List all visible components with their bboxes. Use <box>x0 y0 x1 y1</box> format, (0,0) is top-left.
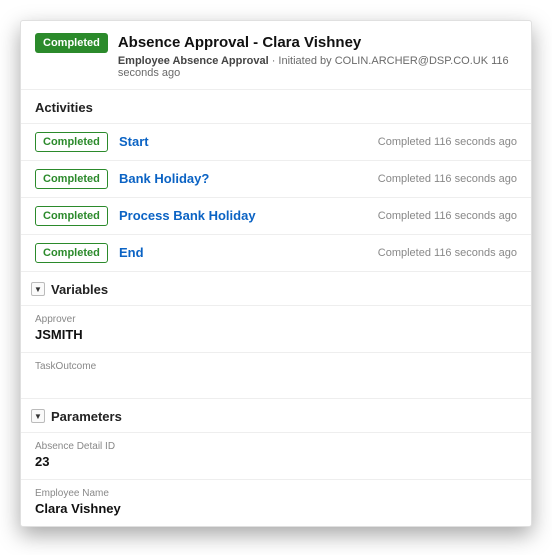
initiator-email: COLIN.ARCHER@DSP.CO.UK <box>335 55 488 67</box>
activity-row: Completed Start Completed 116 seconds ag… <box>21 123 531 160</box>
parameter-row: Absence Detail ID 23 <box>21 432 531 479</box>
header-badge-col: Completed <box>35 33 108 53</box>
workflow-title: Absence Approval - Clara Vishney <box>118 33 517 53</box>
variable-label: TaskOutcome <box>35 361 517 372</box>
variable-row: TaskOutcome <box>21 352 531 398</box>
activity-name-link[interactable]: Bank Holiday? <box>119 171 364 186</box>
activity-row: Completed Process Bank Holiday Completed… <box>21 197 531 234</box>
activity-badge-col: Completed <box>35 243 105 263</box>
parameter-label: Absence Detail ID <box>35 441 517 452</box>
activity-time: Completed 116 seconds ago <box>378 247 517 259</box>
activities-header: Activities <box>21 89 531 123</box>
activity-badge-col: Completed <box>35 132 105 152</box>
variable-row: Approver JSMITH <box>21 305 531 352</box>
parameters-title: Parameters <box>51 409 122 424</box>
workflow-type: Employee Absence Approval <box>118 55 269 67</box>
activity-status-badge: Completed <box>35 206 108 226</box>
parameters-section-header[interactable]: ▼ Parameters <box>21 398 531 432</box>
activity-time: Completed 116 seconds ago <box>378 173 517 185</box>
activity-name-link[interactable]: End <box>119 245 364 260</box>
activity-row: Completed End Completed 116 seconds ago <box>21 234 531 271</box>
variables-title: Variables <box>51 282 108 297</box>
header-text-col: Absence Approval - Clara Vishney Employe… <box>118 33 517 79</box>
caret-down-icon[interactable]: ▼ <box>31 282 45 296</box>
activity-name-link[interactable]: Process Bank Holiday <box>119 208 364 223</box>
variable-label: Approver <box>35 314 517 325</box>
status-badge: Completed <box>35 33 108 53</box>
workflow-subtitle: Employee Absence Approval · Initiated by… <box>118 55 517 79</box>
activity-time: Completed 116 seconds ago <box>378 136 517 148</box>
activity-row: Completed Bank Holiday? Completed 116 se… <box>21 160 531 197</box>
activity-time: Completed 116 seconds ago <box>378 210 517 222</box>
variable-value: JSMITH <box>35 327 517 342</box>
activity-badge-col: Completed <box>35 206 105 226</box>
activity-status-badge: Completed <box>35 132 108 152</box>
parameter-value: Clara Vishney <box>35 501 517 516</box>
workflow-header: Completed Absence Approval - Clara Vishn… <box>21 21 531 89</box>
workflow-card: Completed Absence Approval - Clara Vishn… <box>20 20 532 527</box>
variables-section-header[interactable]: ▼ Variables <box>21 271 531 305</box>
subtitle-sep: · Initiated by <box>269 55 335 67</box>
activity-badge-col: Completed <box>35 169 105 189</box>
parameter-row: Employee Name Clara Vishney <box>21 479 531 526</box>
caret-down-icon[interactable]: ▼ <box>31 409 45 423</box>
activity-status-badge: Completed <box>35 169 108 189</box>
variable-value <box>35 374 517 388</box>
activity-name-link[interactable]: Start <box>119 134 364 149</box>
parameter-label: Employee Name <box>35 488 517 499</box>
activity-status-badge: Completed <box>35 243 108 263</box>
parameter-value: 23 <box>35 454 517 469</box>
